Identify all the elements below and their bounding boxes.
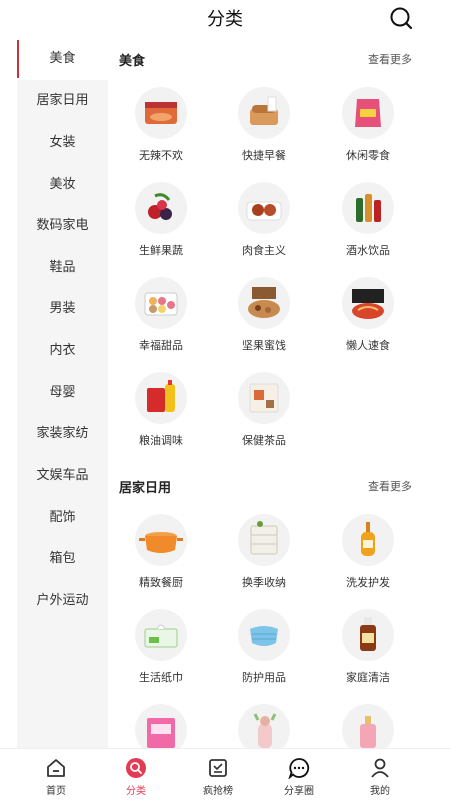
tab-profile[interactable]: 我的: [340, 749, 420, 800]
bottom-tab-bar: 首页 分类 疯抢榜 分享圈 我的: [0, 748, 450, 800]
category-item-desserts[interactable]: 幸福甜品: [110, 277, 210, 367]
tab-category[interactable]: 分类: [96, 749, 176, 800]
bread-icon: [238, 87, 290, 139]
search-icon[interactable]: [388, 5, 414, 31]
sidebar-item-mens-clothing[interactable]: 男装: [17, 288, 108, 330]
category-item-grain-oil[interactable]: 粮油调味: [110, 372, 210, 462]
category-item-cleaning[interactable]: 家庭清洁: [317, 609, 417, 699]
item-label: 懒人速食: [346, 339, 390, 352]
sidebar-item-outdoor[interactable]: 户外运动: [17, 580, 108, 622]
category-item-meat[interactable]: 肉食主义: [213, 182, 313, 272]
ranking-icon: [209, 759, 227, 777]
shampoo-icon: [342, 514, 394, 566]
tab-label: 分享圈: [284, 786, 314, 797]
home-icon: [47, 759, 65, 777]
item-label: 粮油调味: [139, 434, 183, 447]
user-icon: [371, 758, 389, 778]
sidebar-item-shoes[interactable]: 鞋品: [17, 247, 108, 289]
nuts-icon: [238, 277, 290, 329]
item-label: 生活纸巾: [139, 671, 183, 684]
item-label: 酒水饮品: [346, 244, 390, 257]
bottles-icon: [342, 182, 394, 234]
category-item-spicy[interactable]: 无辣不欢: [110, 87, 210, 177]
category-item-snacks[interactable]: 休闲零食: [317, 87, 417, 177]
instant-noodle-icon: [342, 277, 394, 329]
item-label: 洗发护发: [346, 576, 390, 589]
sidebar-item-womens-clothing[interactable]: 女装: [17, 122, 108, 164]
category-item-storage[interactable]: 换季收纳: [213, 514, 313, 604]
tab-label: 疯抢榜: [203, 786, 233, 797]
category-icon: [126, 758, 146, 778]
category-item-partial-3[interactable]: [317, 704, 417, 748]
tab-label: 我的: [370, 786, 390, 797]
item-label: 休闲零食: [346, 149, 390, 162]
cup-icon: [238, 704, 290, 748]
perfume-icon: [342, 704, 394, 748]
category-sidebar: 美食 居家日用 女装 美妆 数码家电 鞋品 男装 内衣 母婴 家装家纺 文娱车品…: [17, 38, 108, 748]
meatball-icon: [238, 182, 290, 234]
tab-ranking[interactable]: 疯抢榜: [178, 749, 258, 800]
spicy-food-icon: [135, 87, 187, 139]
category-item-health-tea[interactable]: 保健茶品: [213, 372, 313, 462]
category-content: 美食 查看更多 无辣不欢 快捷早餐 休闲零食 生鲜果蔬 肉食主义 酒水饮品 幸福…: [108, 38, 428, 748]
sidebar-item-baby[interactable]: 母婴: [17, 372, 108, 414]
item-label: 幸福甜品: [139, 339, 183, 352]
tab-label: 首页: [46, 786, 66, 797]
category-item-breakfast[interactable]: 快捷早餐: [213, 87, 313, 177]
tab-home[interactable]: 首页: [16, 749, 96, 800]
item-label: 精致餐厨: [139, 576, 183, 589]
macaron-icon: [135, 277, 187, 329]
item-label: 坚果蜜饯: [242, 339, 286, 352]
tea-box-icon: [238, 372, 290, 424]
category-item-tissues[interactable]: 生活纸巾: [110, 609, 210, 699]
category-item-fresh[interactable]: 生鲜果蔬: [110, 182, 210, 272]
chat-icon: [288, 758, 310, 779]
item-label: 快捷早餐: [242, 149, 286, 162]
item-label: 保健茶品: [242, 434, 286, 447]
pot-icon: [135, 514, 187, 566]
sidebar-item-entertainment-auto[interactable]: 文娱车品: [17, 455, 108, 497]
disinfectant-icon: [342, 609, 394, 661]
tab-label: 分类: [126, 786, 146, 797]
item-label: 肉食主义: [242, 244, 286, 257]
mask-icon: [238, 609, 290, 661]
pads-icon: [135, 704, 187, 748]
category-item-partial-2[interactable]: [213, 704, 313, 748]
see-more-food-link[interactable]: 查看更多: [368, 51, 412, 67]
item-label: 防护用品: [242, 671, 286, 684]
category-item-partial-1[interactable]: [110, 704, 210, 748]
item-label: 换季收纳: [242, 576, 286, 589]
fruit-icon: [135, 182, 187, 234]
sidebar-item-beauty[interactable]: 美妆: [17, 164, 108, 206]
section-title-food: 美食: [119, 54, 146, 69]
sidebar-item-home-textiles[interactable]: 家装家纺: [17, 413, 108, 455]
category-item-kitchenware[interactable]: 精致餐厨: [110, 514, 210, 604]
category-item-drinks[interactable]: 酒水饮品: [317, 182, 417, 272]
item-label: 生鲜果蔬: [139, 244, 183, 257]
sidebar-item-electronics[interactable]: 数码家电: [17, 205, 108, 247]
snack-bag-icon: [342, 87, 394, 139]
sidebar-item-accessories[interactable]: 配饰: [17, 497, 108, 539]
page-title: 分类: [207, 9, 243, 30]
drawer-icon: [238, 514, 290, 566]
tab-share-circle[interactable]: 分享圈: [259, 749, 339, 800]
category-item-protection[interactable]: 防护用品: [213, 609, 313, 699]
category-item-nuts[interactable]: 坚果蜜饯: [213, 277, 313, 367]
top-bar: 分类: [0, 0, 450, 36]
category-item-instant-food[interactable]: 懒人速食: [317, 277, 417, 367]
category-item-hair-care[interactable]: 洗发护发: [317, 514, 417, 604]
item-label: 无辣不欢: [139, 149, 183, 162]
sidebar-item-bags[interactable]: 箱包: [17, 538, 108, 580]
sidebar-item-underwear[interactable]: 内衣: [17, 330, 108, 372]
section-title-home-goods: 居家日用: [119, 481, 172, 496]
see-more-home-goods-link[interactable]: 查看更多: [368, 478, 412, 494]
sidebar-item-home-goods[interactable]: 居家日用: [17, 80, 108, 122]
rice-oil-icon: [135, 372, 187, 424]
item-label: 家庭清洁: [346, 671, 390, 684]
tissue-icon: [135, 609, 187, 661]
sidebar-item-food[interactable]: 美食: [17, 38, 108, 80]
